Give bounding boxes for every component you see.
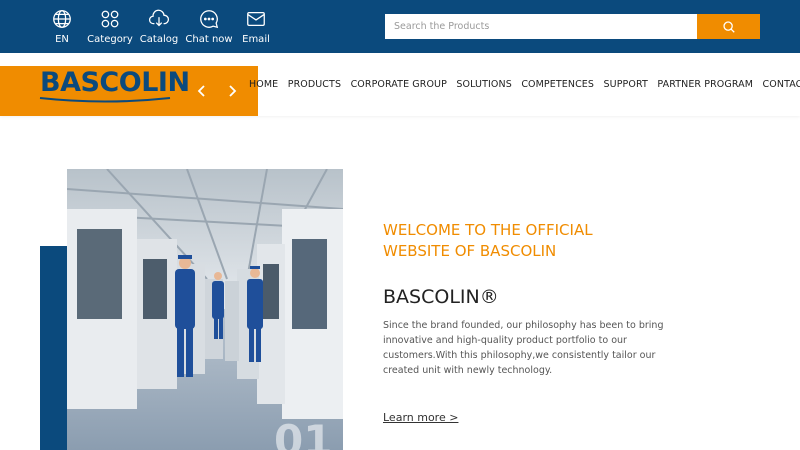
logo-swoosh: [39, 97, 171, 103]
main-nav: HOME PRODUCTS CORPORATE GROUP SOLUTIONS …: [249, 79, 800, 90]
category-button[interactable]: Category: [82, 8, 138, 46]
chat-icon: [200, 10, 219, 29]
main-header: BASCOLIN HOME PRODUCTS CORPORATE GROUP S…: [0, 53, 800, 116]
globe-icon: [53, 10, 71, 28]
email-button[interactable]: Email: [228, 8, 284, 46]
search-bar: [385, 14, 760, 39]
nav-contact[interactable]: CONTACT: [763, 79, 800, 90]
learn-more-link[interactable]: Learn more >: [383, 411, 458, 424]
factory-photo: [67, 169, 343, 450]
download-icon: [148, 9, 170, 27]
nav-home[interactable]: HOME: [249, 79, 278, 90]
catalog-label: Catalog: [139, 34, 179, 45]
search-icon: [722, 20, 735, 33]
nav-competences[interactable]: COMPETENCES: [521, 79, 594, 90]
welcome-heading: WELCOME TO THE OFFICIAL WEBSITE OF BASCO…: [383, 221, 593, 260]
nav-support[interactable]: SUPPORT: [604, 79, 648, 90]
chevron-left-icon[interactable]: [195, 84, 209, 98]
brand-panel: BASCOLIN: [0, 66, 258, 116]
top-utility-bar: EN Category Catalog Chat now Email: [0, 0, 800, 53]
email-label: Email: [242, 34, 270, 45]
catalog-button[interactable]: Catalog: [131, 8, 187, 46]
nav-products[interactable]: PRODUCTS: [288, 79, 341, 90]
brand-description: Since the brand founded, our philosophy …: [383, 320, 664, 376]
brand-title: BASCOLIN®: [383, 286, 499, 308]
mail-icon: [247, 11, 265, 27]
nav-partner-program[interactable]: PARTNER PROGRAM: [657, 79, 753, 90]
category-icon: [101, 10, 119, 28]
search-button[interactable]: [697, 14, 760, 39]
slide-number: 01: [274, 416, 333, 450]
nav-solutions[interactable]: SOLUTIONS: [456, 79, 511, 90]
logo[interactable]: BASCOLIN: [40, 68, 190, 98]
search-input[interactable]: [385, 14, 697, 39]
chevron-right-icon[interactable]: [225, 84, 239, 98]
category-label: Category: [87, 34, 133, 45]
nav-corporate-group[interactable]: CORPORATE GROUP: [351, 79, 447, 90]
